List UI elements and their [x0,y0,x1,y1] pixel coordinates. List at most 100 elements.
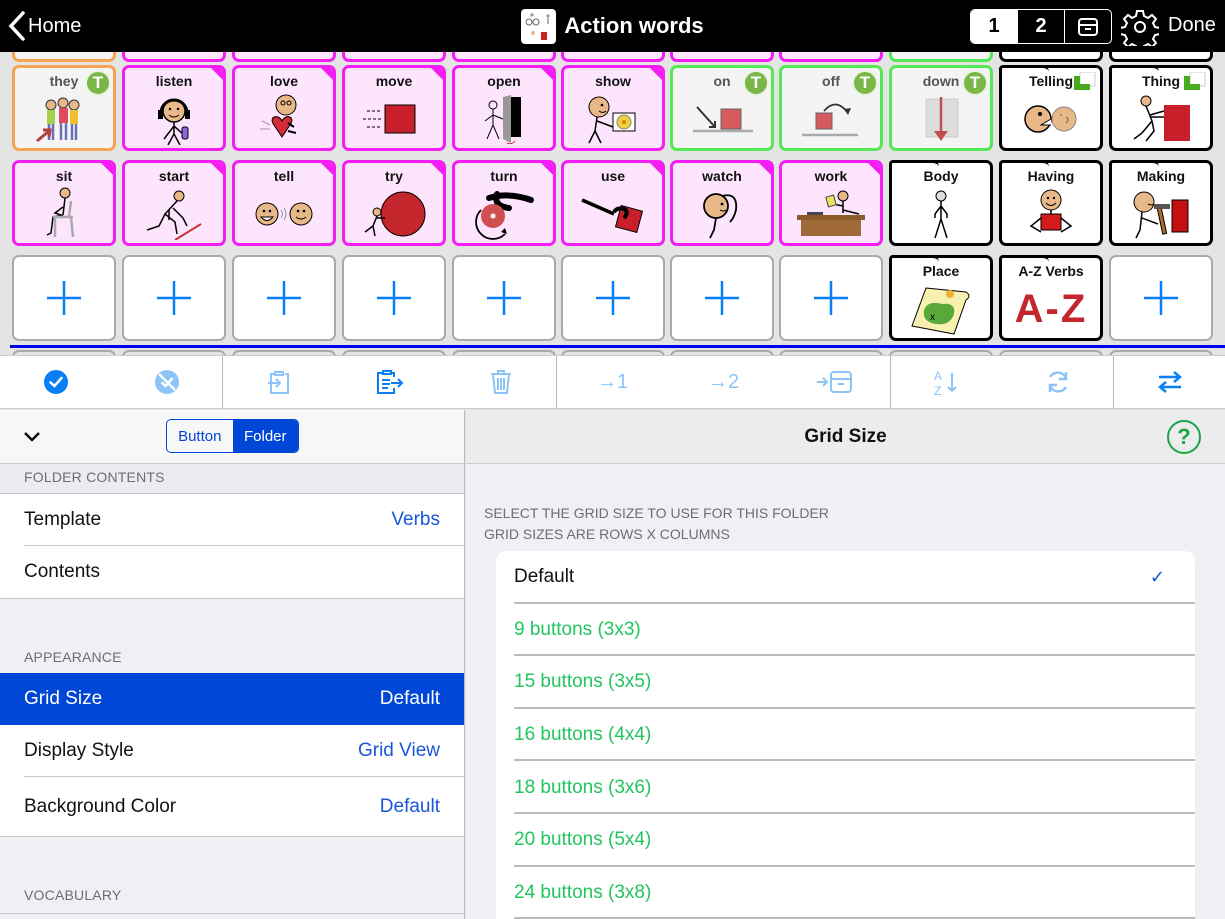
sort-button[interactable]: AZ [891,356,1002,408]
grid-size-option[interactable]: 24 buttons (3x8) [496,867,1195,919]
folder-cell-place[interactable]: Place x [889,255,993,341]
cell-label: watch [702,168,742,184]
add-button-cell[interactable] [670,255,774,341]
add-button-cell[interactable] [12,255,116,341]
paste-button[interactable] [223,356,334,408]
grid-size-option[interactable]: Default ✓ [496,551,1195,604]
partial-cell-top[interactable] [889,52,993,62]
folder-cell-telling[interactable]: Telling [999,65,1103,151]
background-color-row[interactable]: Background Color Default [0,777,464,836]
toolbar-group-swap [1114,356,1225,408]
word-cell-use[interactable]: use [561,160,665,246]
add-button-cell[interactable] [122,255,226,341]
on-arrow-icon [673,94,771,144]
grid-size-row[interactable]: Grid Size Default [0,673,464,725]
section-header-folder-contents: FOLDER CONTENTS [0,464,464,494]
word-cell-move[interactable]: move [342,65,446,151]
folder-tab [1002,163,1049,167]
grid-size-option[interactable]: 18 buttons (3x6) [496,761,1195,814]
add-button-cell[interactable] [342,255,446,341]
move-to-page-1-button[interactable]: →1 [557,356,668,408]
toolbar-group-clipboard [223,356,557,408]
refresh-button[interactable] [1002,356,1113,408]
display-style-row[interactable]: Display Style Grid View [0,725,464,777]
add-button-cell[interactable] [561,255,665,341]
word-cell-show[interactable]: show [561,65,665,151]
word-cell-watch[interactable]: watch [670,160,774,246]
trash-icon [490,370,511,394]
contents-row[interactable]: Contents [0,546,464,598]
word-cell-turn[interactable]: turn [452,160,556,246]
page-1-tab[interactable]: 1 [971,10,1018,43]
cell-label: Making [1136,168,1186,184]
delete-button[interactable] [445,356,556,408]
partial-cell-top[interactable] [122,52,226,62]
word-cell-love[interactable]: love [232,65,336,151]
archive-tab[interactable] [1065,10,1111,43]
word-cell-start[interactable]: start [122,160,226,246]
pushing-box-icon [1112,94,1210,144]
partial-cell-top[interactable] [12,52,116,62]
cell-label: Having [1027,168,1075,184]
word-cell-try[interactable]: try [342,160,446,246]
partial-cell-top[interactable] [232,52,336,62]
segment-button[interactable]: Button [167,420,233,452]
text-badge-icon: T [852,70,878,96]
folder-cell-thing[interactable]: Thing [1109,65,1213,151]
swap-button[interactable] [1114,356,1225,408]
headphones-person-icon [125,94,223,145]
folder-tab [1112,163,1159,167]
folder-cell-body[interactable]: Body [889,160,993,246]
help-button[interactable]: ? [1167,420,1201,454]
settings-button[interactable] [1119,8,1161,52]
copy-button[interactable] [334,356,445,408]
grid-size-option[interactable]: 16 buttons (4x4) [496,709,1195,762]
word-cell-tell[interactable]: tell [232,160,336,246]
cell-label: love [269,73,298,89]
app: Home Action words 1 2 Done they T listen… [0,0,1225,919]
title-text: Action words [564,13,704,38]
segment-folder[interactable]: Folder [232,420,298,452]
add-button-cell[interactable] [452,255,556,341]
template-row[interactable]: Template Verbs [0,494,464,546]
partial-cell-top[interactable] [999,52,1103,62]
plus-icon [781,257,881,339]
move-to-archive-button[interactable] [779,356,890,408]
plus-icon [1111,257,1211,339]
select-all-button[interactable] [0,356,111,408]
top-bar: Home Action words 1 2 Done [0,0,1225,52]
folder-cell-a-z-verbs[interactable]: A-Z Verbs A-Z [999,255,1103,341]
word-cell-open[interactable]: open [452,65,556,151]
word-cell-on[interactable]: on T [670,65,774,151]
move-to-page-2-button[interactable]: →2 [668,356,779,408]
word-cell-off[interactable]: off T [779,65,883,151]
page-2-tab[interactable]: 2 [1018,10,1065,43]
partial-cell-top[interactable] [779,52,883,62]
word-cell-they[interactable]: they T [12,65,116,151]
cell-label: listen [155,73,193,89]
word-cell-listen[interactable]: listen [122,65,226,151]
add-button-cell[interactable] [232,255,336,341]
word-cell-down[interactable]: down T [889,65,993,151]
grid-size-label: Grid Size [24,688,103,709]
partial-cell-top[interactable] [561,52,665,62]
deselect-all-button[interactable] [111,356,222,408]
folder-cell-having[interactable]: Having [999,160,1103,246]
word-cell-sit[interactable]: sit [12,160,116,246]
add-button-cell[interactable] [1109,255,1213,341]
add-button-cell[interactable] [779,255,883,341]
partial-cell-top[interactable] [342,52,446,62]
folder-cell-making[interactable]: Making [1109,160,1213,246]
grid-size-option[interactable]: 9 buttons (3x3) [496,604,1195,657]
grid-size-option[interactable]: 15 buttons (3x5) [496,656,1195,709]
partial-cell-top[interactable] [452,52,556,62]
done-button[interactable]: Done [1168,14,1216,37]
body-figure-icon [892,189,990,239]
option-label: 18 buttons (3x6) [514,776,652,798]
grid-size-option[interactable]: 20 buttons (5x4) [496,814,1195,867]
word-cell-work[interactable]: work [779,160,883,246]
partial-cell-top[interactable] [670,52,774,62]
description-line-1: SELECT THE GRID SIZE TO USE FOR THIS FOL… [484,505,829,521]
partial-cell-top[interactable] [1109,52,1213,62]
collapse-button[interactable] [22,430,42,449]
